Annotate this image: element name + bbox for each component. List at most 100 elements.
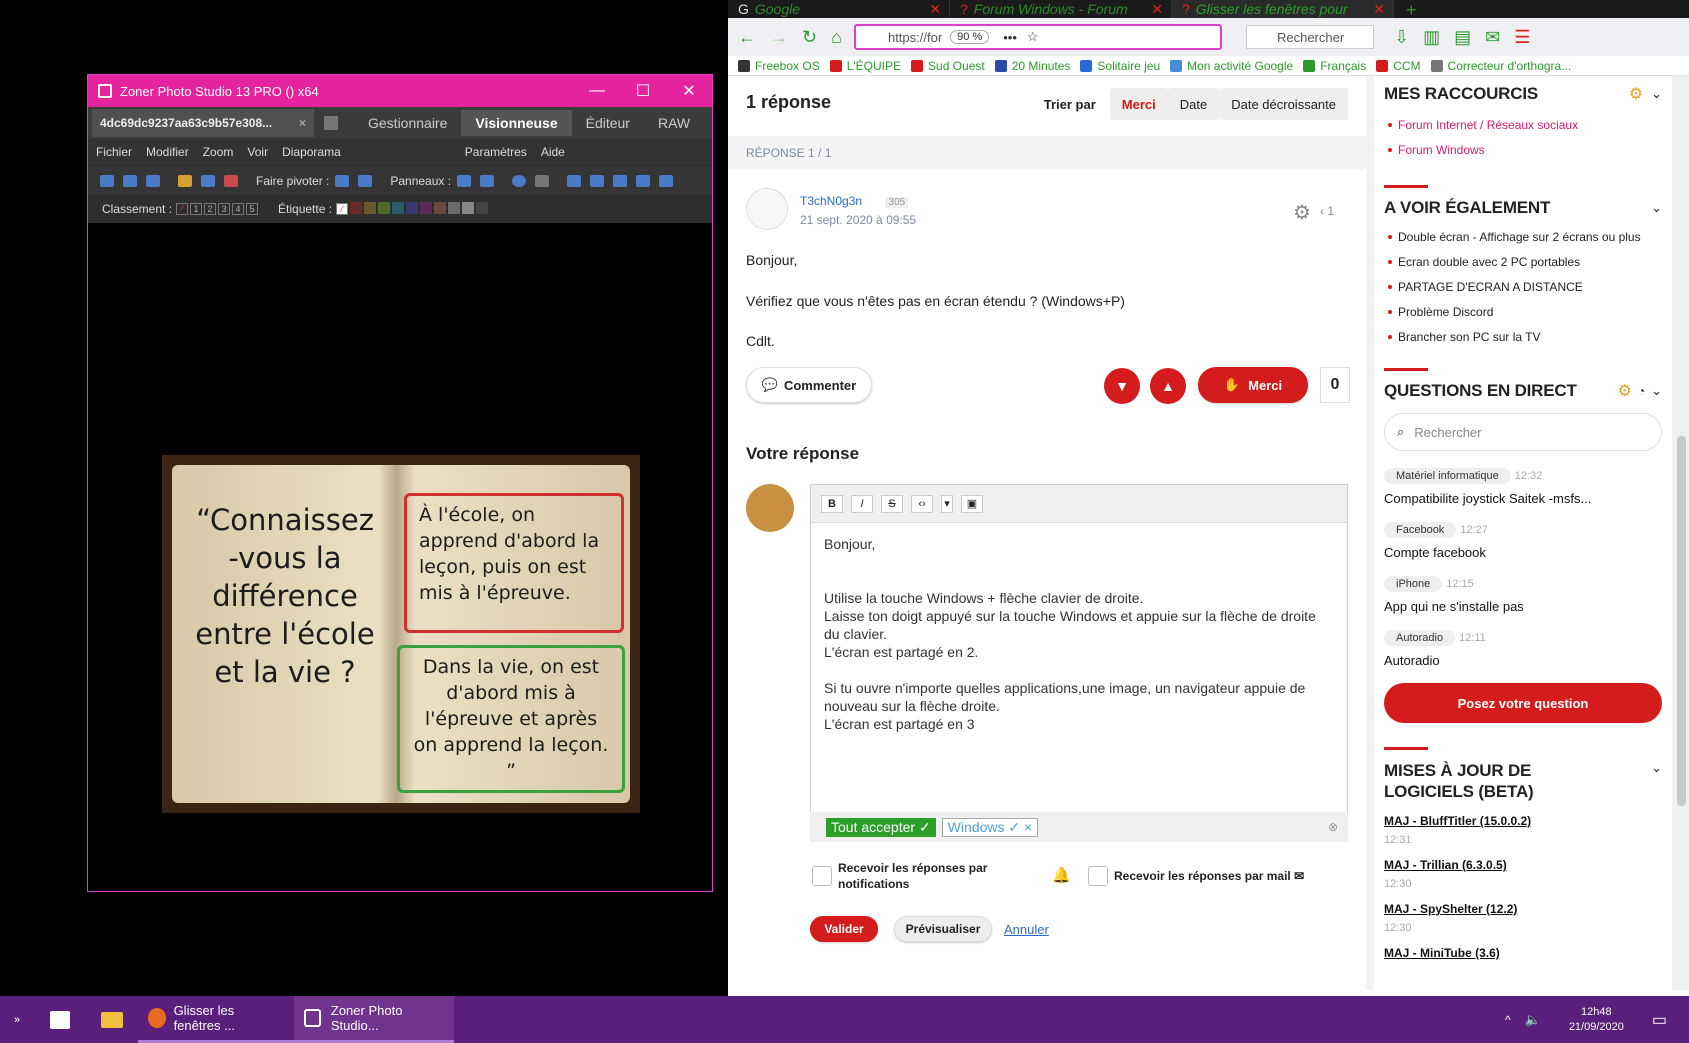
question-category[interactable]: iPhone [1384, 576, 1443, 592]
extension-icon[interactable]: ✉ [1485, 27, 1500, 48]
mode-raw[interactable]: RAW [644, 115, 704, 131]
mode-manager[interactable]: Gestionnaire [354, 115, 461, 131]
menu-slideshow[interactable]: Diaporama [282, 145, 341, 159]
new-tab-icon[interactable]: + [1394, 0, 1429, 20]
question-title[interactable]: Compatibilite joystick Saitek -msfs... [1384, 491, 1662, 506]
page-actions-icon[interactable]: ••• [1003, 30, 1017, 45]
rating-2[interactable]: 2 [204, 203, 217, 215]
tag-accept-all[interactable]: Tout accepter ✓ [826, 817, 936, 837]
tag-color-swatch[interactable] [476, 201, 489, 214]
scrollbar-thumb[interactable] [1677, 436, 1686, 806]
shortcut-item[interactable]: Forum Internet / Réseaux sociaux [1388, 118, 1662, 132]
preview-button[interactable]: Prévisualiser [894, 916, 992, 942]
bookmark-item[interactable]: Sud Ouest [911, 59, 985, 73]
actual-size-icon[interactable] [613, 174, 628, 187]
maximize-button[interactable]: ☐ [620, 75, 666, 107]
copy-icon[interactable] [201, 174, 215, 187]
tag-color-swatch[interactable] [364, 201, 377, 214]
see-also-item[interactable]: Double écran - Affichage sur 2 écrans ou… [1388, 230, 1662, 244]
cancel-link[interactable]: Annuler [1004, 922, 1049, 937]
chevron-down-icon[interactable]: ⌄ [1651, 86, 1662, 102]
notifications-icon[interactable]: ▭ [1652, 1010, 1667, 1030]
menu-icon[interactable]: ☰ [1514, 27, 1530, 48]
submit-button[interactable]: Valider [810, 916, 878, 942]
panel-navigator-icon[interactable] [480, 174, 495, 187]
url-bar[interactable]: https://for 90 % ••• ☆ [853, 24, 1222, 50]
zoom-in-icon[interactable] [567, 174, 582, 187]
chevron-down-icon[interactable]: ⌄ [1651, 760, 1662, 776]
more-button[interactable]: ▾ [941, 494, 953, 513]
minimize-button[interactable]: — [574, 75, 620, 107]
zoner-titlebar[interactable]: Zoner Photo Studio 13 PRO () x64 — ☐ ✕ [88, 75, 712, 107]
question-category[interactable]: Matériel informatique [1384, 468, 1511, 484]
rss-icon[interactable]: ◔ [1638, 384, 1645, 398]
menu-edit[interactable]: Modifier [146, 145, 189, 159]
tag-color-swatch[interactable] [350, 201, 363, 214]
notif-checkbox[interactable] [812, 866, 832, 886]
tag-color-swatch[interactable] [378, 201, 391, 214]
download-icon[interactable]: ⇩ [1394, 27, 1409, 48]
bold-button[interactable]: B [821, 494, 843, 513]
close-tab-icon[interactable]: × [299, 116, 306, 130]
update-title[interactable]: MAJ - MiniTube (3.6) [1384, 946, 1662, 960]
reply-textarea[interactable]: Bonjour, Utilise la touche Windows + flè… [811, 523, 1347, 745]
rating-4[interactable]: 4 [232, 203, 245, 215]
rating-3[interactable]: 3 [218, 203, 231, 215]
thumbs-down-icon[interactable]: ▼ [1104, 368, 1140, 404]
rating-1[interactable]: 1 [190, 203, 203, 215]
bookmark-item[interactable]: Français [1303, 59, 1366, 73]
question-item[interactable]: Autoradio 12:11 Autoradio [1384, 629, 1662, 668]
taskbar-firefox[interactable]: Glisser les fenêtres ... [138, 996, 294, 1043]
menu-file[interactable]: Fichier [96, 145, 132, 159]
thumbs-up-icon[interactable]: ▲ [1150, 368, 1186, 404]
forward-icon[interactable]: → [770, 27, 788, 48]
menu-view[interactable]: Voir [247, 145, 268, 159]
page-scrollbar[interactable] [1674, 76, 1689, 990]
tag-color-swatch[interactable] [392, 201, 405, 214]
bookmark-item[interactable]: Freebox OS [738, 59, 820, 73]
edit-icon[interactable] [324, 116, 338, 130]
question-item[interactable]: iPhone 12:15 App qui ne s'installe pas [1384, 575, 1662, 614]
mode-viewer[interactable]: Visionneuse [461, 110, 572, 136]
delete-icon[interactable] [224, 174, 238, 187]
document-tab[interactable]: 4dc69dc9237aa63c9b57e308... × [92, 109, 314, 137]
question-item[interactable]: Facebook 12:27 Compte facebook [1384, 521, 1662, 560]
see-also-item[interactable]: Brancher son PC sur la TV [1388, 330, 1662, 344]
bookmark-star-icon[interactable]: ☆ [1027, 29, 1039, 45]
rating-none[interactable]: ⁄ [176, 203, 189, 215]
tag-color-swatch[interactable] [448, 201, 461, 214]
info-icon[interactable] [512, 174, 527, 187]
menu-help[interactable]: Aide [541, 145, 565, 159]
comment-button[interactable]: 💬 Commenter [746, 367, 872, 403]
home-icon[interactable]: ⌂ [831, 27, 842, 48]
bookmark-item[interactable]: Correcteur d'orthogra... [1430, 59, 1571, 73]
close-button[interactable]: ✕ [666, 75, 712, 107]
mode-editor[interactable]: Éditeur [572, 115, 644, 131]
tag-none[interactable]: ⁄ [336, 203, 349, 215]
sidebar-icon[interactable]: ▤ [1454, 27, 1471, 48]
mail-checkbox[interactable] [1088, 866, 1108, 886]
merci-button[interactable]: ✋ Merci [1198, 367, 1308, 403]
chevron-down-icon[interactable]: ⌄ [1651, 200, 1662, 216]
close-tab-icon[interactable]: ✕ [929, 1, 941, 18]
bookmark-item[interactable]: 20 Minutes [994, 59, 1070, 73]
update-item[interactable]: MAJ - Trillian (6.3.0.5) 12:30 [1384, 858, 1662, 890]
folder-icon[interactable] [178, 174, 192, 187]
tab-google[interactable]: G Google ✕ [728, 0, 950, 18]
author-name[interactable]: T3chN0g3n 305 [800, 194, 909, 208]
image-button[interactable]: ▣ [961, 494, 983, 513]
map-icon[interactable] [535, 174, 550, 187]
clear-tags-icon[interactable]: ⊗ [1328, 820, 1338, 834]
update-title[interactable]: MAJ - BluffTitler (15.0.0.2) [1384, 814, 1662, 828]
file-explorer-icon[interactable] [86, 1011, 138, 1028]
live-search-input[interactable]: ⌕ Rechercher [1384, 413, 1662, 451]
question-title[interactable]: App qui ne s'installe pas [1384, 599, 1662, 614]
close-tab-icon[interactable]: ✕ [1151, 1, 1163, 18]
clock[interactable]: 12h48 21/09/2020 [1569, 1005, 1624, 1035]
menu-settings[interactable]: Paramètres [465, 145, 527, 159]
tag-color-swatch[interactable] [462, 201, 475, 214]
tag-color-swatch[interactable] [406, 201, 419, 214]
tag-color-swatch[interactable] [434, 201, 447, 214]
shortcut-item[interactable]: Forum Windows [1388, 143, 1662, 157]
store-icon[interactable] [34, 1010, 86, 1029]
